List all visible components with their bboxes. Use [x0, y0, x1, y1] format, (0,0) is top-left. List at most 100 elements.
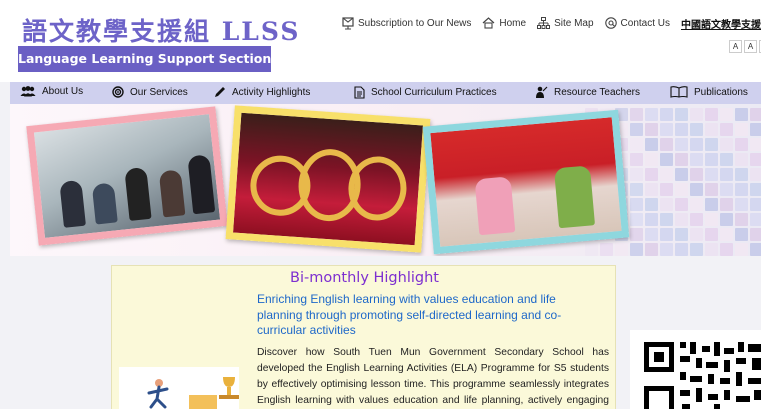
decorative-tile	[615, 243, 628, 256]
decorative-tile	[645, 123, 658, 136]
nav-about-us[interactable]: About Us	[20, 86, 83, 97]
home-link[interactable]: Home	[482, 17, 526, 29]
bimonthly-highlight-card: Bi-monthly Highlight Enriching English l…	[111, 265, 616, 409]
decorative-tile	[705, 108, 718, 121]
site-header: 語文教學支援組 LLSS Language Learning Support S…	[0, 0, 761, 82]
decorative-tile	[750, 243, 761, 256]
highlight-illustration	[119, 367, 239, 409]
contact-link[interactable]: Contact Us	[604, 17, 671, 29]
decorative-tile	[585, 243, 598, 256]
decorative-tile	[705, 138, 718, 151]
decorative-tile	[675, 123, 688, 136]
decorative-tile	[675, 138, 688, 151]
decorative-tile	[750, 198, 761, 211]
sitemap-icon	[537, 17, 551, 29]
banner-photo-signing	[422, 109, 630, 255]
highlight-subtitle-link[interactable]: Enriching English learning with values e…	[257, 292, 597, 339]
decorative-tile	[690, 243, 703, 256]
nav-our-services[interactable]: Our Services	[112, 86, 188, 98]
decorative-tile	[630, 168, 643, 181]
illustration-graphic	[147, 377, 239, 409]
sitemap-label: Site Map	[554, 17, 594, 29]
document-icon	[354, 86, 365, 99]
decorative-tile	[705, 123, 718, 136]
decorative-tile	[630, 123, 643, 136]
main-nav: About Us Our Services Activity Highlight…	[10, 82, 761, 104]
decorative-tile	[660, 213, 673, 226]
contact-label: Contact Us	[620, 17, 671, 29]
decorative-tile	[735, 168, 748, 181]
decorative-tile	[720, 198, 733, 211]
decorative-tile	[690, 108, 703, 121]
decorative-tile	[705, 168, 718, 181]
font-size-small-button[interactable]: A	[729, 40, 742, 53]
decorative-tile	[660, 198, 673, 211]
decorative-tile	[720, 183, 733, 196]
decorative-tile	[645, 108, 658, 121]
decorative-tile	[690, 168, 703, 181]
decorative-tile	[735, 228, 748, 241]
decorative-tile	[750, 108, 761, 121]
decorative-tile	[720, 153, 733, 166]
decorative-tile	[690, 213, 703, 226]
subscription-label: Subscription to Our News	[358, 17, 472, 29]
decorative-tile	[600, 243, 613, 256]
decorative-tile	[705, 153, 718, 166]
decorative-tile	[660, 183, 673, 196]
decorative-tile	[645, 213, 658, 226]
person-figure	[158, 169, 186, 218]
nav-resource-teachers-label: Resource Teachers	[554, 87, 640, 98]
subscription-link[interactable]: Subscription to Our News	[342, 16, 472, 30]
decorative-tile	[630, 138, 643, 151]
decorative-tile	[675, 228, 688, 241]
decorative-tile	[720, 108, 733, 121]
decorative-tile	[690, 183, 703, 196]
decorative-tile	[720, 213, 733, 226]
decorative-tile	[690, 228, 703, 241]
decorative-tile	[630, 153, 643, 166]
banner-photo-dragon-dance	[225, 105, 431, 253]
highlight-body: Discover how South Tuen Mun Government S…	[257, 347, 609, 406]
hero-banner	[10, 104, 761, 256]
decorative-tile	[675, 153, 688, 166]
qr-code-icon[interactable]	[644, 342, 761, 409]
banner-photo-meeting	[26, 106, 228, 246]
person-figure	[474, 176, 516, 236]
highlight-title: Bi-monthly Highlight	[290, 270, 439, 286]
nav-publications[interactable]: Publications	[670, 86, 748, 98]
decorative-tile	[645, 198, 658, 211]
decorative-tile	[705, 198, 718, 211]
qr-code-panel	[630, 330, 761, 409]
decorative-tile	[645, 243, 658, 256]
person-figure	[124, 166, 152, 221]
decorative-tile	[720, 228, 733, 241]
nav-school-curriculum-label: School Curriculum Practices	[371, 87, 497, 98]
logo-english[interactable]: Language Learning Support Section	[18, 46, 271, 72]
nav-activity-highlights[interactable]: Activity Highlights	[214, 86, 310, 98]
nav-school-curriculum[interactable]: School Curriculum Practices	[354, 86, 497, 99]
home-icon	[482, 17, 495, 29]
teacher-icon	[536, 86, 548, 98]
decorative-tile	[675, 183, 688, 196]
decorative-tile	[720, 168, 733, 181]
decorative-tile	[675, 198, 688, 211]
sitemap-link[interactable]: Site Map	[537, 17, 594, 29]
decorative-tile	[750, 168, 761, 181]
decorative-tile	[690, 153, 703, 166]
decorative-tile	[645, 228, 658, 241]
decorative-tile	[750, 153, 761, 166]
nav-activity-highlights-label: Activity Highlights	[232, 86, 311, 98]
decorative-tile	[705, 243, 718, 256]
font-size-medium-button[interactable]: A	[744, 40, 757, 53]
decorative-tile	[675, 213, 688, 226]
people-icon	[20, 86, 36, 97]
nav-resource-teachers[interactable]: Resource Teachers	[535, 86, 640, 99]
book-icon	[670, 86, 688, 98]
logo-chinese[interactable]: 語文教學支援組 LLSS	[22, 12, 300, 48]
chinese-support-link[interactable]: 中國語文教學支援服務	[681, 16, 761, 31]
decorative-tile	[645, 153, 658, 166]
decorative-tile	[735, 153, 748, 166]
decorative-tile	[750, 123, 761, 136]
decorative-tile	[750, 138, 761, 151]
decorative-tile	[735, 213, 748, 226]
